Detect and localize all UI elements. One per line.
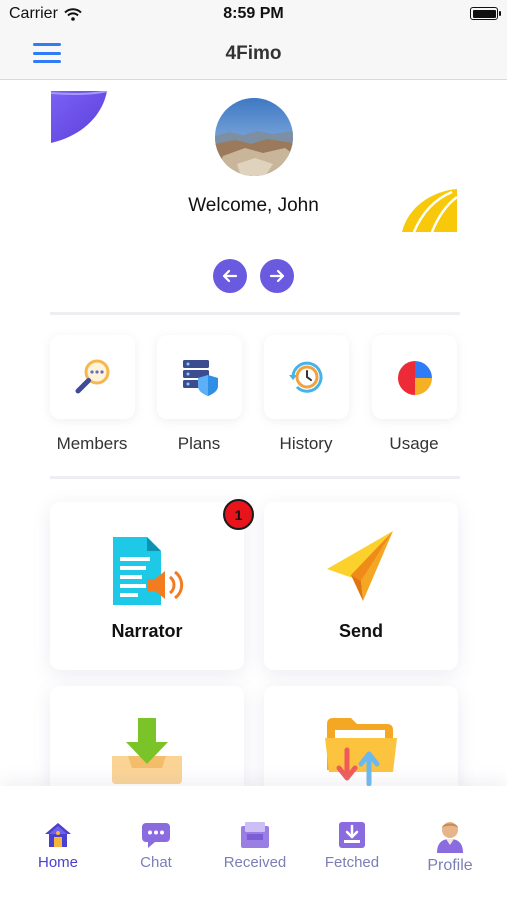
folder-icon-wrap bbox=[264, 714, 458, 786]
send-label: Send bbox=[338, 621, 383, 641]
pie-chart-icon bbox=[397, 361, 432, 395]
received-icon bbox=[241, 822, 269, 848]
next-button[interactable] bbox=[260, 259, 294, 293]
battery-icon bbox=[470, 7, 501, 20]
history-tile[interactable] bbox=[264, 335, 349, 419]
arrow-right-icon bbox=[269, 269, 285, 283]
members-label: Members bbox=[56, 434, 128, 453]
usage-tile[interactable] bbox=[372, 335, 457, 419]
status-bar: Carrier 8:59 PM bbox=[0, 0, 507, 30]
download-icon-wrap bbox=[50, 716, 244, 786]
tab-home[interactable]: Home bbox=[8, 820, 108, 871]
tab-fetched[interactable]: Fetched bbox=[302, 820, 402, 871]
section-divider bbox=[50, 312, 460, 315]
bottom-tab-bar: Home Chat Received Fetched Profile bbox=[0, 786, 507, 900]
profile-icon bbox=[437, 822, 463, 853]
send-card[interactable]: Send bbox=[264, 502, 458, 670]
tab-profile[interactable]: Profile bbox=[400, 820, 500, 875]
paper-plane-icon bbox=[327, 531, 393, 601]
previous-button[interactable] bbox=[213, 259, 247, 293]
tab-chat-label: Chat bbox=[140, 854, 172, 871]
status-time: 8:59 PM bbox=[223, 5, 284, 22]
narrator-label: Narrator bbox=[111, 621, 183, 641]
usage-label: Usage bbox=[389, 434, 439, 453]
plans-label: Plans bbox=[177, 434, 221, 453]
notification-badge: 1 bbox=[223, 499, 254, 530]
tab-received[interactable]: Received bbox=[205, 820, 305, 871]
history-label: History bbox=[279, 434, 333, 453]
document-speaker-icon bbox=[113, 537, 184, 605]
folder-transfer-icon bbox=[325, 718, 397, 786]
profile-photo bbox=[215, 98, 293, 176]
plans-tile[interactable] bbox=[157, 335, 242, 419]
tab-chat[interactable]: Chat bbox=[106, 820, 206, 871]
server-shield-icon bbox=[182, 360, 218, 396]
fetched-icon bbox=[339, 822, 365, 848]
app-title: 4Fimo bbox=[225, 43, 282, 64]
members-tile[interactable] bbox=[50, 335, 135, 419]
download-tray-icon bbox=[112, 718, 182, 784]
narrator-icon-wrap bbox=[50, 535, 244, 607]
tab-received-label: Received bbox=[223, 854, 287, 871]
section-divider bbox=[50, 476, 460, 479]
narrator-card[interactable]: Narrator bbox=[50, 502, 244, 670]
tab-profile-label: Profile bbox=[427, 857, 473, 874]
arrow-left-icon bbox=[222, 269, 238, 283]
purple-leaf-decoration bbox=[51, 91, 108, 143]
tab-fetched-label: Fetched bbox=[324, 854, 380, 871]
clock-history-icon bbox=[288, 361, 322, 393]
tab-home-label: Home bbox=[37, 854, 78, 871]
send-icon-wrap bbox=[264, 529, 458, 605]
home-icon bbox=[45, 823, 71, 847]
chat-icon bbox=[142, 823, 170, 848]
navigation-bar: 4Fimo bbox=[0, 30, 507, 80]
magnifier-icon bbox=[75, 359, 109, 394]
avatar[interactable] bbox=[215, 98, 293, 176]
welcome-text: Welcome, John bbox=[188, 195, 319, 216]
